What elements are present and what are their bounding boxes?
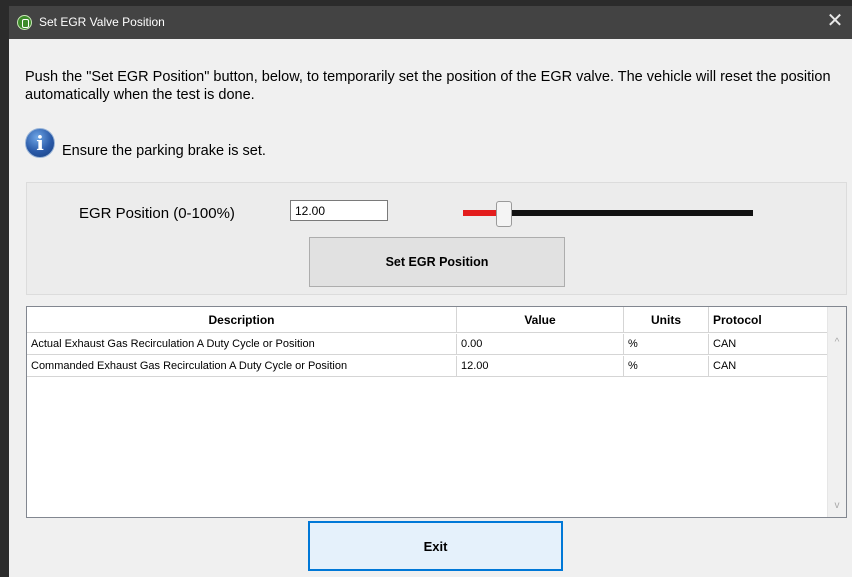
title-bar[interactable]: Set EGR Valve Position ✕ <box>9 6 852 39</box>
table-scrollbar[interactable]: ^ v <box>827 307 846 517</box>
close-icon[interactable]: ✕ <box>818 6 852 39</box>
set-egr-position-button[interactable]: Set EGR Position <box>309 237 565 287</box>
scroll-down-icon[interactable]: v <box>828 497 846 515</box>
egr-position-slider[interactable] <box>463 201 753 227</box>
egr-position-label: EGR Position (0-100%) <box>79 205 235 222</box>
exit-button[interactable]: Exit <box>308 521 563 571</box>
egr-control-panel: EGR Position (0-100%) Set EGR Position <box>26 182 847 295</box>
cell-protocol: CAN <box>713 338 737 350</box>
cell-value: 0.00 <box>457 334 624 354</box>
column-header-value[interactable]: Value <box>457 307 624 332</box>
set-egr-dialog: Set EGR Valve Position ✕ Push the "Set E… <box>9 6 852 577</box>
info-message: Ensure the parking brake is set. <box>62 143 266 159</box>
cell-value: 12.00 <box>457 356 624 376</box>
table-row[interactable]: Commanded Exhaust Gas Recirculation A Du… <box>27 356 827 377</box>
column-header-units[interactable]: Units <box>624 307 709 332</box>
egr-position-input[interactable] <box>290 200 388 221</box>
column-header-protocol[interactable]: Protocol <box>709 307 827 332</box>
cell-protocol: CAN <box>713 360 737 372</box>
column-header-description[interactable]: Description <box>27 307 457 332</box>
info-icon: i <box>25 128 55 158</box>
scroll-up-icon[interactable]: ^ <box>828 334 846 352</box>
slider-thumb[interactable] <box>495 201 512 227</box>
window-title: Set EGR Valve Position <box>39 15 165 29</box>
instructions-text: Push the "Set EGR Position" button, belo… <box>25 69 831 103</box>
app-logo-icon <box>17 15 32 30</box>
table-header: Description Value Units Protocol <box>27 307 827 333</box>
cell-description: Commanded Exhaust Gas Recirculation A Du… <box>27 356 457 376</box>
cell-units: % <box>624 334 709 354</box>
cell-units: % <box>624 356 709 376</box>
pid-table: Description Value Units Protocol Actual … <box>26 306 847 518</box>
table-row[interactable]: Actual Exhaust Gas Recirculation A Duty … <box>27 334 827 355</box>
cell-description: Actual Exhaust Gas Recirculation A Duty … <box>27 334 457 354</box>
